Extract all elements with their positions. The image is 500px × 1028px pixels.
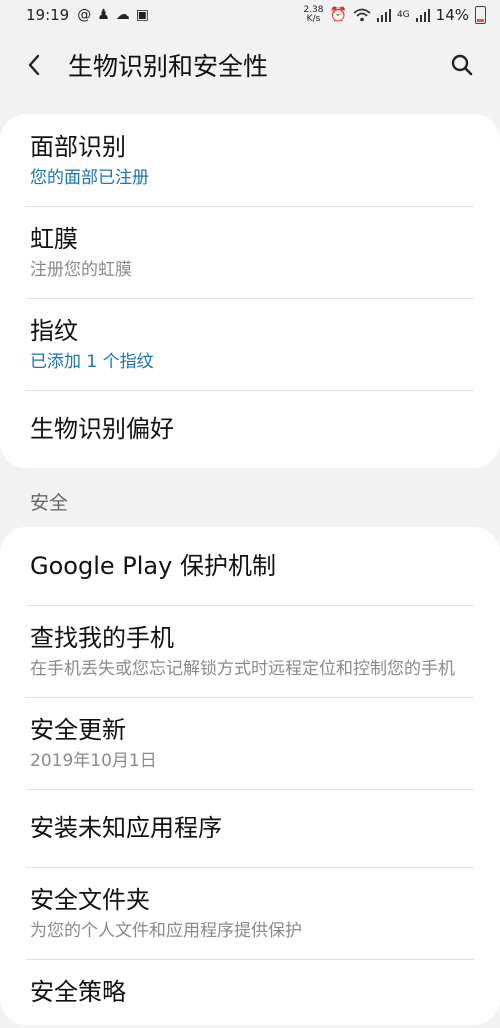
section-label-security: 安全 bbox=[30, 492, 69, 514]
list-item-security-policy[interactable]: 安全策略 bbox=[0, 959, 500, 1025]
item-title: 安全文件夹 bbox=[30, 886, 150, 914]
search-button[interactable] bbox=[442, 45, 482, 85]
list-item-google-play-protect[interactable]: Google Play 保护机制 bbox=[0, 527, 500, 605]
biometrics-card: 面部识别 您的面部已注册 虹膜 注册您的虹膜 指纹 已添加 1 个指纹 生物识别… bbox=[0, 114, 500, 468]
search-icon bbox=[451, 54, 473, 76]
item-title: 指纹 bbox=[30, 317, 78, 345]
security-card: Google Play 保护机制 查找我的手机 在手机丢失或您忘记解锁方式时远程… bbox=[0, 527, 500, 1025]
battery-icon bbox=[475, 6, 486, 24]
list-item-face-recognition[interactable]: 面部识别 您的面部已注册 bbox=[0, 114, 500, 206]
item-title: 虹膜 bbox=[30, 225, 78, 253]
status-bar: 19:19 @ ♟ ☁ ▣ 2.38 K/s ⏰ 4G 14% bbox=[0, 0, 500, 30]
item-subtitle: 已添加 1 个指纹 bbox=[30, 352, 154, 372]
signal-icon-2 bbox=[415, 9, 430, 22]
page-title: 生物识别和安全性 bbox=[68, 52, 269, 81]
list-item-secure-folder[interactable]: 安全文件夹 为您的个人文件和应用程序提供保护 bbox=[0, 867, 500, 959]
item-title: 查找我的手机 bbox=[30, 624, 174, 652]
item-title: 面部识别 bbox=[30, 133, 126, 161]
list-item-security-update[interactable]: 安全更新 2019年10月1日 bbox=[0, 697, 500, 789]
status-time: 19:19 bbox=[26, 6, 70, 24]
item-subtitle: 2019年10月1日 bbox=[30, 751, 157, 771]
battery-level: 14% bbox=[435, 6, 469, 24]
item-subtitle: 在手机丢失或您忘记解锁方式时远程定位和控制您的手机 bbox=[30, 659, 455, 679]
list-item-iris[interactable]: 虹膜 注册您的虹膜 bbox=[0, 206, 500, 298]
swirl-icon: @ bbox=[77, 7, 92, 23]
item-title: 安全更新 bbox=[30, 716, 126, 744]
item-title: 安全策略 bbox=[30, 978, 126, 1006]
status-right: 2.38 K/s ⏰ 4G 14% bbox=[303, 6, 486, 24]
back-button[interactable] bbox=[26, 45, 54, 85]
notification-icons: @ ♟ ☁ ▣ bbox=[77, 7, 149, 23]
item-subtitle: 注册您的虹膜 bbox=[30, 260, 132, 280]
profile-icon: ♟ bbox=[97, 7, 110, 23]
item-subtitle: 为您的个人文件和应用程序提供保护 bbox=[30, 921, 302, 941]
list-item-find-my-mobile[interactable]: 查找我的手机 在手机丢失或您忘记解锁方式时远程定位和控制您的手机 bbox=[0, 605, 500, 697]
cloud-icon: ☁ bbox=[115, 7, 130, 23]
item-title: 安装未知应用程序 bbox=[30, 814, 222, 842]
list-item-install-unknown-apps[interactable]: 安装未知应用程序 bbox=[0, 789, 500, 867]
item-title: Google Play 保护机制 bbox=[30, 552, 276, 580]
image-icon: ▣ bbox=[135, 7, 150, 23]
net-speed: 2.38 K/s bbox=[303, 5, 324, 24]
list-item-biometric-preferences[interactable]: 生物识别偏好 bbox=[0, 390, 500, 468]
item-subtitle: 您的面部已注册 bbox=[30, 168, 149, 188]
item-title: 生物识别偏好 bbox=[30, 415, 174, 443]
list-item-fingerprint[interactable]: 指纹 已添加 1 个指纹 bbox=[0, 298, 500, 390]
network-type: 4G bbox=[396, 10, 410, 20]
wifi-icon bbox=[353, 8, 371, 22]
back-arrow-icon bbox=[28, 54, 40, 76]
alarm-icon: ⏰ bbox=[329, 7, 347, 23]
app-header: 生物识别和安全性 bbox=[0, 30, 500, 100]
signal-icon bbox=[376, 9, 391, 22]
